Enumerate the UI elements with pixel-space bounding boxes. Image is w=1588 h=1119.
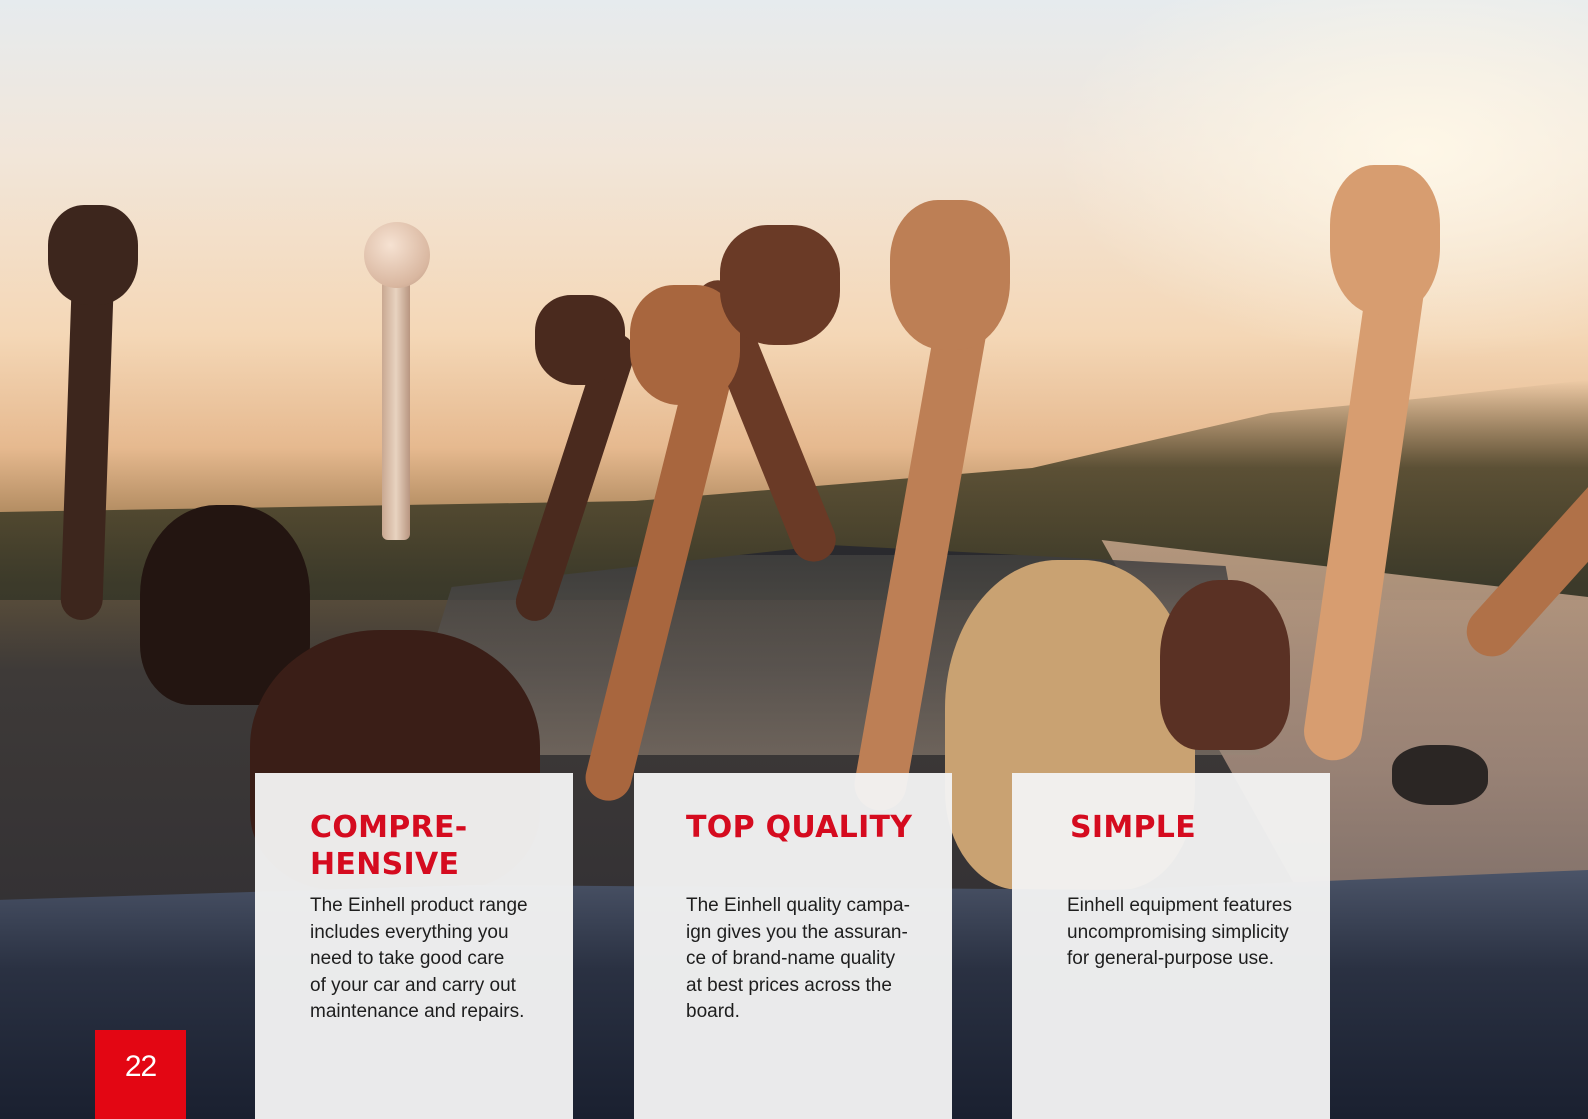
raised-hand	[1330, 165, 1440, 315]
side-mirror	[1392, 745, 1488, 805]
raised-hand	[890, 200, 1010, 350]
page-number-box: 22	[95, 1030, 186, 1119]
raised-hand	[720, 225, 840, 345]
raised-hand	[48, 205, 138, 305]
card-title: SIMPLE	[1070, 810, 1197, 845]
page-number: 22	[124, 1050, 157, 1083]
passenger-head	[1160, 580, 1290, 750]
lamp-globe	[364, 222, 430, 288]
feature-card-simple: SIMPLE Einhell equipment features uncomp…	[1012, 773, 1330, 1119]
card-body: The Einhell quality campa- ign gives you…	[686, 895, 910, 1022]
card-title: TOP QUALITY	[686, 810, 913, 845]
raised-hand	[535, 295, 625, 385]
feature-card-comprehensive: COMPRE- HENSIVE The Einhell product rang…	[255, 773, 573, 1119]
feature-card-top-quality: TOP QUALITY The Einhell quality campa- i…	[634, 773, 952, 1119]
lamp-post	[382, 280, 410, 540]
card-body: Einhell equipment features uncompromisin…	[1067, 895, 1292, 969]
card-title: COMPRE- HENSIVE	[310, 810, 468, 882]
card-body: The Einhell product range includes every…	[310, 895, 528, 1022]
